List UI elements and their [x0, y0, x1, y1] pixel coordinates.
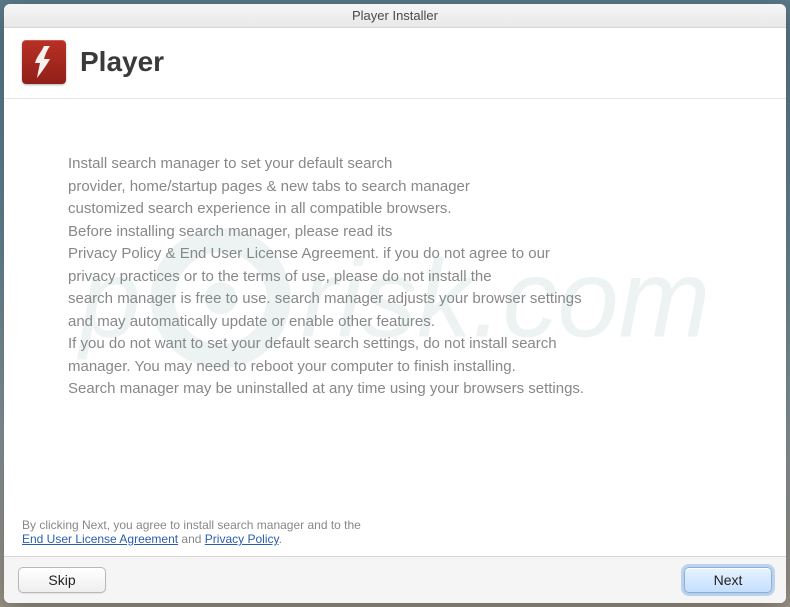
window-title: Player Installer — [352, 8, 438, 23]
body-text: Install search manager to set your defau… — [68, 153, 732, 401]
consent-prefix: By clicking Next, you agree to install s… — [22, 518, 361, 532]
consent-and: and — [178, 532, 205, 546]
consent-text: By clicking Next, you agree to install s… — [4, 514, 786, 556]
flash-icon — [22, 40, 66, 84]
header: Player — [4, 28, 786, 99]
next-button[interactable]: Next — [684, 567, 772, 593]
eula-link[interactable]: End User License Agreement — [22, 532, 178, 546]
content-area: p risk.com Install search manager to set… — [4, 99, 786, 514]
footer: Skip Next — [4, 556, 786, 603]
installer-window: Player Installer Player p risk.com Insta… — [4, 4, 786, 603]
titlebar: Player Installer — [4, 4, 786, 28]
consent-suffix: . — [279, 532, 282, 546]
skip-button[interactable]: Skip — [18, 567, 106, 593]
app-title: Player — [80, 46, 164, 78]
privacy-link[interactable]: Privacy Policy — [205, 532, 279, 546]
